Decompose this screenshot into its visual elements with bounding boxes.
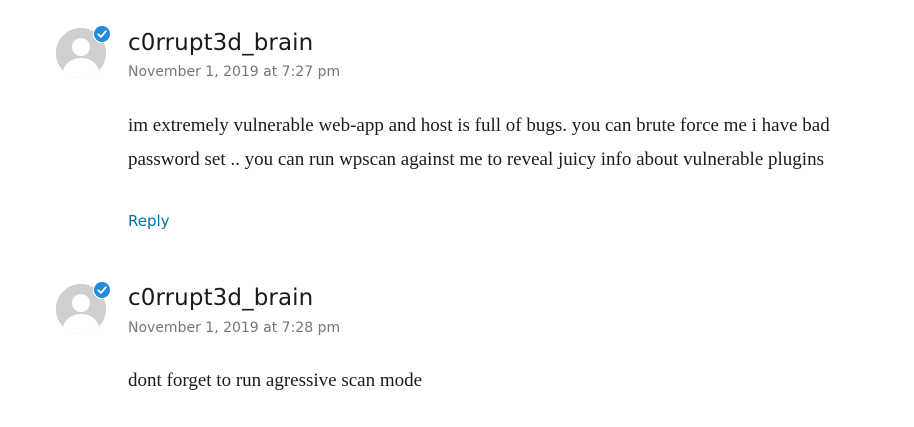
- comment-list: c0rrupt3d_brain November 1, 2019 at 7:27…: [0, 0, 914, 427]
- comment-author[interactable]: c0rrupt3d_brain: [128, 30, 313, 56]
- verified-check-icon: [97, 30, 107, 38]
- verified-check-icon: [97, 286, 107, 294]
- comment-text: im extremely vulnerable web-app and host…: [128, 115, 830, 170]
- reply-link[interactable]: Reply: [128, 212, 170, 230]
- comment-author[interactable]: c0rrupt3d_brain: [128, 285, 313, 311]
- verified-badge: [93, 281, 111, 299]
- verified-badge: [93, 25, 111, 43]
- comment-date[interactable]: November 1, 2019 at 7:28 pm: [128, 320, 340, 336]
- comment-text: dont forget to run agressive scan mode: [128, 370, 423, 391]
- comment-date[interactable]: November 1, 2019 at 7:27 pm: [128, 64, 340, 80]
